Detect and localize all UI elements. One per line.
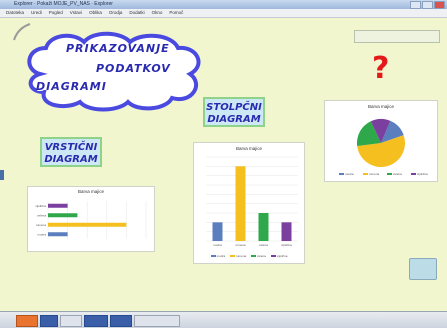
y-tick-label: modra	[37, 232, 46, 236]
menu-item[interactable]: Uredi	[31, 9, 42, 17]
label-vrsticni-line-1: VRSTIČNI	[44, 142, 98, 153]
pie-chart[interactable]: Barva majice modra rumena zelena vijolična	[324, 100, 438, 182]
bar-rumena	[48, 222, 127, 227]
column-chart[interactable]: Barva majice modra rumena zelena vijolična …	[193, 142, 305, 264]
cloud-title-line-3: DIAGRAMI	[36, 80, 107, 93]
legend-label: modra	[216, 254, 226, 258]
taskbar	[0, 311, 447, 328]
column-chart-plot: modra rumena zelena vijolična	[206, 156, 298, 247]
side-panel-handle[interactable]	[0, 170, 4, 180]
taskbar-app[interactable]	[134, 315, 180, 327]
bar-zelena	[48, 213, 78, 218]
question-mark: ?	[372, 51, 390, 86]
legend-item-blue: modra	[210, 254, 226, 258]
window-controls	[410, 1, 445, 9]
maximize-button[interactable]	[422, 1, 433, 9]
legend-label: zelena	[257, 254, 266, 258]
taskbar-app[interactable]	[84, 315, 108, 327]
legend-item-yellow: rumena	[229, 254, 247, 258]
x-tick-label: modra	[213, 243, 222, 247]
label-stolpcni-line-2: DIAGRAM	[207, 114, 261, 125]
column-bar-zelena	[258, 213, 269, 241]
menu-item[interactable]: Pomoč	[169, 9, 183, 17]
menu-item[interactable]: Datoteka	[6, 9, 24, 17]
menu-item[interactable]: Oblika	[89, 9, 102, 17]
column-chart-legend: modra rumena zelena vijolična	[194, 254, 304, 258]
y-tick-label: rumena	[36, 223, 47, 227]
bar-chart[interactable]: Barva majice modra rumena zelena vijolična	[27, 186, 155, 252]
next-slide-button[interactable]	[409, 258, 437, 280]
cloud-title-line-1: PRIKAZOVANJE	[66, 42, 170, 55]
legend-swatch	[411, 173, 416, 175]
legend-label: modra	[345, 172, 354, 176]
label-vrsticni: VRSTIČNI DIAGRAM	[40, 137, 102, 167]
window-title: Explorer · Pokaži MOJE_PV_NAS · Explorer	[14, 1, 113, 7]
bar-vijolična	[48, 203, 68, 208]
legend-label: rumena	[369, 172, 380, 176]
start-button[interactable]	[16, 315, 38, 327]
legend-label: rumena	[235, 254, 247, 258]
x-tick-label: vijolična	[281, 243, 292, 247]
y-tick-label: zelena	[37, 213, 46, 217]
legend-item-purple: vijolična	[270, 254, 288, 258]
cloud-title-line-2: PODATKOV	[96, 62, 171, 75]
legend-swatch	[363, 173, 368, 175]
minimize-button[interactable]	[410, 1, 421, 9]
menu-item[interactable]: Pogled	[49, 9, 63, 17]
legend-swatch	[387, 173, 392, 175]
menu-item[interactable]: Orodja	[109, 9, 123, 17]
label-stolpcni-line-1: STOLPČNI	[206, 102, 262, 113]
menu-item[interactable]: Vstavi	[70, 9, 82, 17]
x-tick-label: zelena	[259, 243, 268, 247]
legend-item-green: zelena	[251, 254, 266, 258]
menu-item[interactable]: Dodatki	[129, 9, 144, 17]
menu-bar: Datoteka Uredi Pogled Vstavi Oblika Orod…	[0, 9, 447, 18]
pie-chart-plot: modra rumena zelena vijolična	[339, 119, 428, 176]
y-tick-label: vijolična	[35, 204, 46, 208]
label-vrsticni-line-2: DIAGRAM	[44, 154, 98, 165]
legend-swatch	[339, 173, 344, 175]
legend-label: vijolična	[417, 172, 428, 176]
column-bar-modra	[212, 222, 223, 241]
legend-label: vijolična	[276, 254, 288, 258]
label-stolpcni: STOLPČNI DIAGRAM	[203, 97, 265, 127]
menu-item[interactable]: Okno	[152, 9, 163, 17]
column-bar-vijolična	[281, 222, 292, 241]
column-bar-rumena	[235, 166, 246, 241]
taskbar-app[interactable]	[60, 315, 82, 327]
window-titlebar: Explorer · Pokaži MOJE_PV_NAS · Explorer	[0, 0, 447, 9]
bar-chart-plot: modra rumena zelena vijolična	[35, 201, 147, 239]
x-tick-label: rumena	[235, 243, 246, 247]
taskbar-app[interactable]	[110, 315, 132, 327]
taskbar-app[interactable]	[40, 315, 58, 327]
legend-label: zelena	[393, 172, 402, 176]
bar-modra	[48, 232, 68, 237]
close-button[interactable]	[434, 1, 445, 9]
toolbar-box[interactable]	[354, 30, 440, 43]
